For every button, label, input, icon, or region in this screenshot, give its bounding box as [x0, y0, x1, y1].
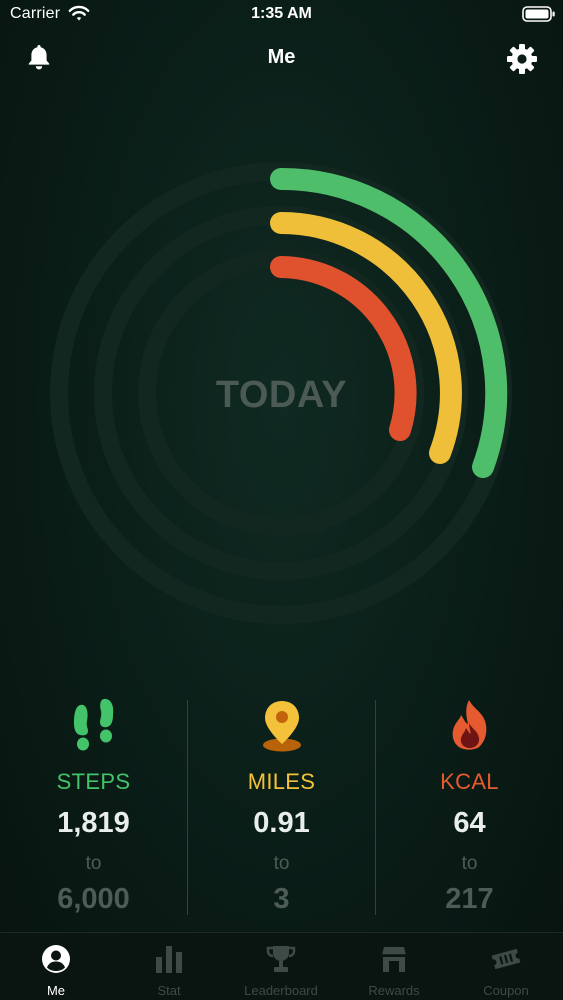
tab-coupon[interactable]: Coupon [450, 933, 562, 1000]
location-pin-icon [263, 701, 301, 752]
status-bar: Carrier 1:35 AM [0, 0, 563, 30]
today-label: TODAY [215, 374, 348, 416]
stats-summary: STEPS 1,819 to 6,000 MILES 0.91 to 3 KCA… [0, 695, 563, 920]
tab-me[interactable]: Me [0, 933, 112, 1000]
tab-rewards[interactable]: Rewards [338, 933, 450, 1000]
footprints-icon [74, 698, 114, 751]
miles-stat: MILES 0.91 to 3 [188, 695, 375, 920]
trophy-icon [266, 946, 296, 972]
tab-leaderboard-label: Leaderboard [244, 983, 318, 998]
miles-label: MILES [247, 769, 316, 794]
tab-coupon-label: Coupon [483, 983, 529, 998]
tab-leaderboard[interactable]: Leaderboard [225, 933, 337, 1000]
steps-value: 1,819 [57, 807, 130, 839]
bar-chart-icon [156, 946, 182, 973]
tab-me-label: Me [46, 983, 66, 998]
kcal-label: KCAL [440, 769, 499, 794]
miles-to-label: to [273, 853, 290, 874]
kcal-stat: KCAL 64 to 217 [376, 695, 563, 920]
miles-value: 0.91 [253, 807, 310, 839]
kcal-value: 64 [453, 807, 486, 839]
steps-goal: 6,000 [57, 883, 130, 915]
gift-icon [382, 947, 406, 972]
miles-goal: 3 [273, 883, 290, 915]
nav-bar: Me [0, 30, 563, 86]
steps-to-label: to [85, 853, 102, 874]
person-icon [42, 945, 70, 973]
tab-bar: Me Stat Leaderboard Rewards Coupon [0, 932, 563, 1000]
tab-stat-label: Stat [157, 983, 181, 998]
kcal-to-label: to [461, 853, 478, 874]
page-title: Me [267, 46, 296, 68]
app-screen: Carrier 1:35 AM Me TODAY STEPS 1,819 to … [0, 0, 563, 1000]
ticket-icon [491, 948, 521, 970]
flame-icon [452, 700, 487, 750]
battery-icon [522, 6, 555, 22]
clock-time: 1:35 AM [251, 5, 312, 22]
tab-rewards-label: Rewards [368, 983, 420, 998]
gear-icon[interactable] [505, 42, 539, 76]
steps-stat: STEPS 1,819 to 6,000 [0, 695, 187, 920]
tab-stat[interactable]: Stat [113, 933, 225, 1000]
steps-label: STEPS [56, 769, 131, 794]
activity-rings: TODAY [0, 150, 563, 630]
kcal-goal: 217 [445, 883, 494, 915]
